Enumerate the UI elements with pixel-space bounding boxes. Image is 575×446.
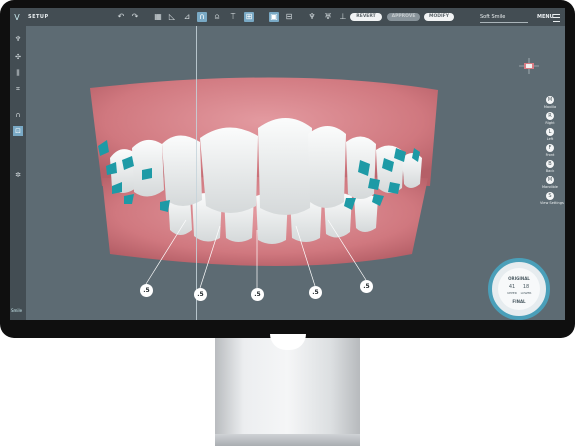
view-back[interactable]: B Back [540, 160, 560, 173]
view-settings[interactable]: S View Settings [540, 192, 564, 205]
measurement-marker[interactable]: .5 [140, 284, 153, 297]
view-maxilla[interactable]: M Maxilla [540, 96, 560, 109]
upper-tooth [402, 153, 422, 188]
view-left[interactable]: L Left [540, 128, 560, 141]
stage-dial-face: ORIGINAL 41 18 UPPER LOWER FINAL [498, 268, 540, 310]
upper-tooth [258, 118, 312, 215]
right-view-icon: R [546, 112, 554, 120]
monitor-stand [215, 338, 360, 438]
upper-tooth [132, 139, 164, 197]
measurement-marker[interactable]: .5 [194, 288, 207, 301]
view-front[interactable]: F Front [540, 144, 560, 157]
monitor-frame: V SETUP ↶ ↷ ▦ ◺ ⊿ ∩ ⍝ ⍡ ⊞ ▣ ⊟ ♆ ♅ ⊥ REVE… [0, 0, 575, 338]
lower-label: LOWER [520, 291, 532, 295]
stand-base [215, 434, 360, 446]
settings-icon: S [546, 192, 554, 200]
dial-final-label: FINAL [512, 299, 526, 304]
lower-count: 18 [522, 284, 530, 290]
dental-model-view[interactable] [10, 8, 565, 320]
upper-tooth [308, 126, 346, 208]
front-view-icon: F [546, 144, 554, 152]
compare-slider-line[interactable] [196, 26, 197, 320]
stage-dial[interactable]: ORIGINAL 41 18 UPPER LOWER FINAL [488, 258, 550, 320]
view-right[interactable]: R Right [540, 112, 560, 125]
app-screen: V SETUP ↶ ↷ ▦ ◺ ⊿ ∩ ⍝ ⍡ ⊞ ▣ ⊟ ♆ ♅ ⊥ REVE… [10, 8, 565, 320]
dial-original-label: ORIGINAL [508, 276, 530, 281]
upper-tooth [200, 127, 258, 213]
maxilla-icon: M [546, 96, 554, 104]
measurement-marker[interactable]: .5 [360, 280, 373, 293]
view-mandible[interactable]: M Mandible [540, 176, 560, 189]
mandible-icon: M [546, 176, 554, 184]
measurement-marker[interactable]: .5 [309, 286, 322, 299]
left-view-icon: L [546, 128, 554, 136]
orientation-gizmo [519, 58, 539, 74]
back-view-icon: B [546, 160, 554, 168]
measurement-marker[interactable]: .5 [251, 288, 264, 301]
